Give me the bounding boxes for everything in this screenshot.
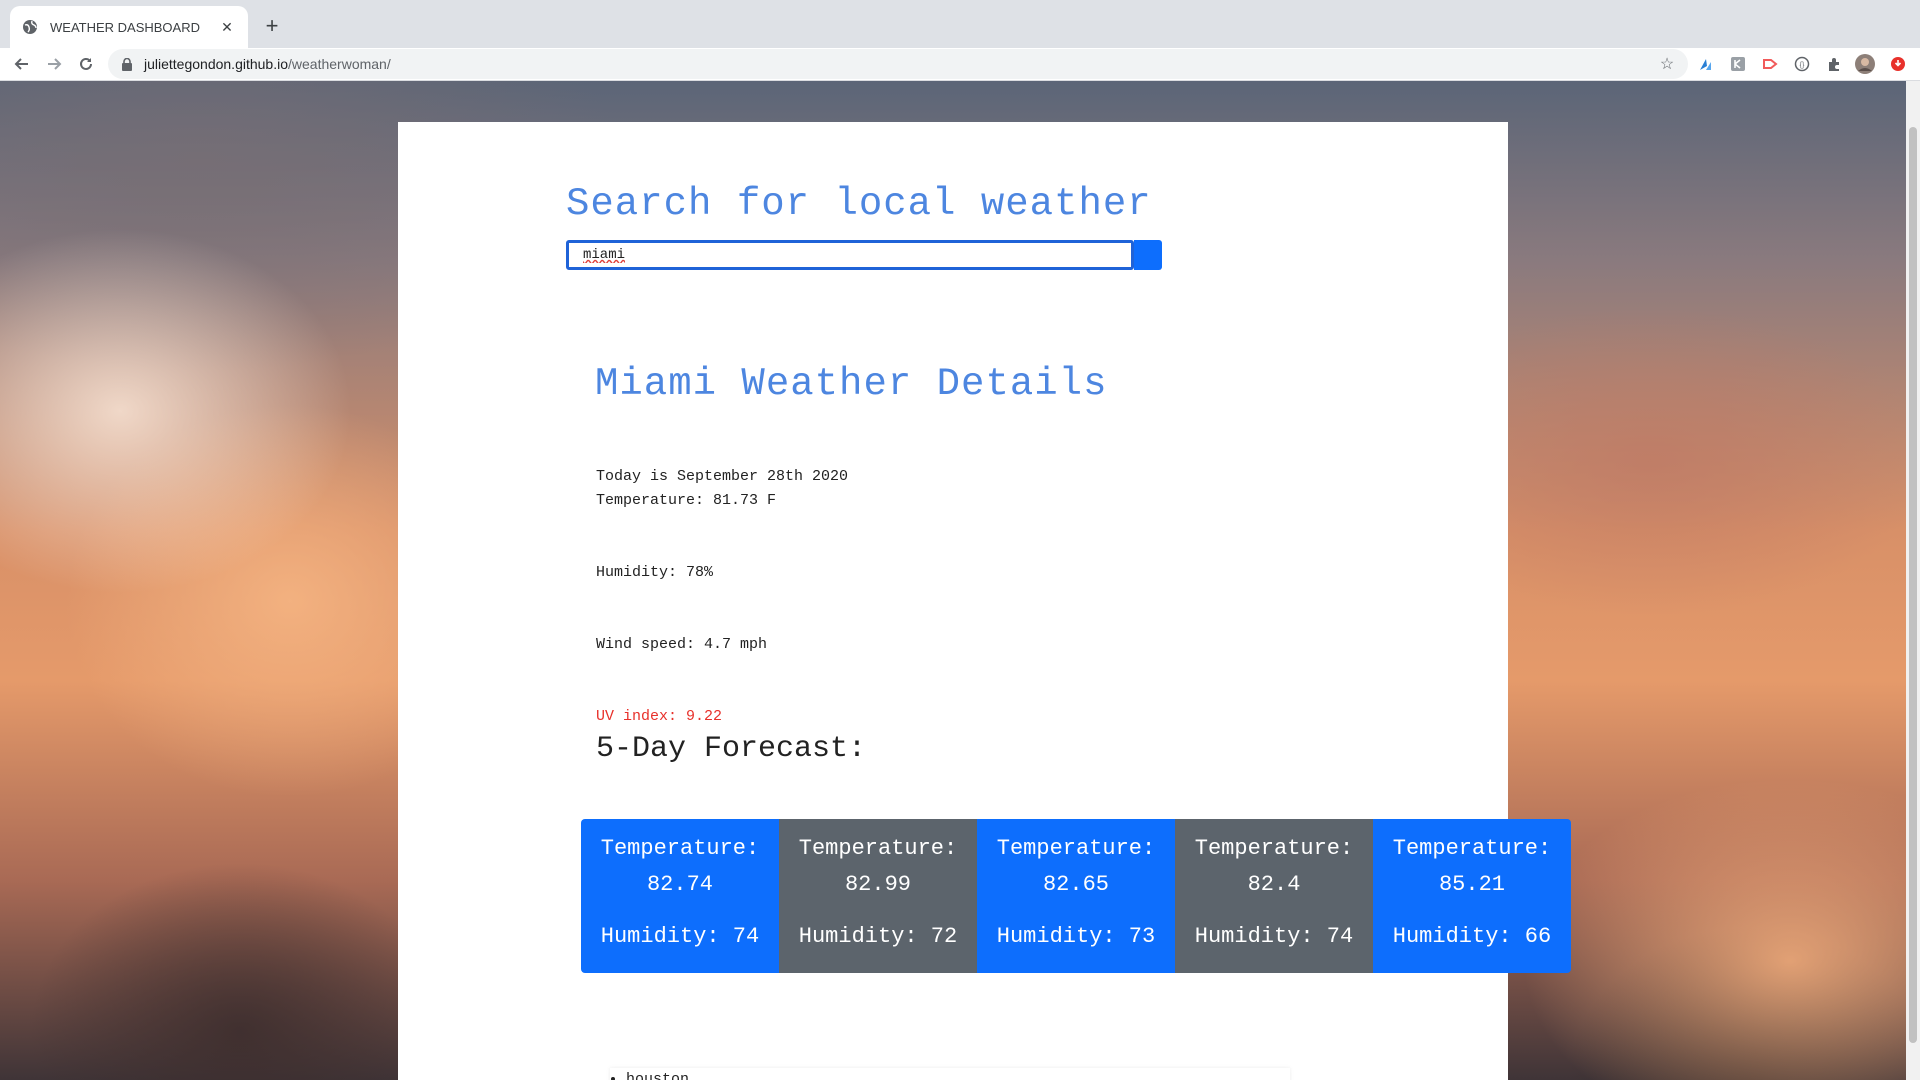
wind-speed-text: Wind speed: 4.7 mph — [596, 636, 768, 653]
forward-icon[interactable] — [40, 50, 68, 78]
globe-icon — [22, 19, 38, 35]
weather-card: Search for local weather Miami Weather D… — [398, 122, 1571, 1080]
close-icon[interactable]: ✕ — [216, 16, 238, 38]
back-icon[interactable] — [8, 50, 36, 78]
forecast-humidity: Humidity: 66 — [1392, 924, 1552, 949]
extension-icon[interactable] — [1888, 54, 1908, 74]
url-text: juliettegondon.github.io/weatherwoman/ — [144, 56, 391, 72]
search-heading: Search for local weather — [566, 182, 1152, 226]
browser-tab-bar: WEATHER DASHBOARD ✕ + — [0, 0, 1920, 48]
forecast-temp-label: Temperature: — [1194, 836, 1354, 861]
forecast-day-card: Temperature: 82.65 Humidity: 73 — [977, 819, 1175, 973]
extension-icon[interactable] — [1696, 54, 1716, 74]
search-button[interactable] — [1134, 240, 1162, 270]
browser-toolbar: juliettegondon.github.io/weatherwoman/ ☆… — [0, 48, 1920, 81]
city-details-heading: Miami Weather Details — [595, 362, 1108, 406]
forecast-row: Temperature: 82.74 Humidity: 74 Temperat… — [581, 819, 1571, 973]
star-icon[interactable]: ☆ — [1658, 55, 1676, 73]
extension-icon[interactable]: {} — [1792, 54, 1812, 74]
forecast-day-card: Temperature: 82.74 Humidity: 74 — [581, 819, 779, 973]
search-input[interactable] — [566, 240, 1134, 270]
forecast-humidity: Humidity: 74 — [600, 924, 760, 949]
svg-text:{}: {} — [1800, 62, 1805, 69]
forecast-temp-label: Temperature: — [600, 836, 760, 861]
forecast-day-card: Temperature: 85.21 Humidity: 66 — [1373, 819, 1571, 973]
forecast-temp-label: Temperature: — [1392, 836, 1552, 861]
forecast-temp-value: 82.65 — [1042, 872, 1109, 897]
temperature-text: Temperature: 81.73 F — [596, 492, 777, 509]
plus-icon[interactable]: + — [258, 12, 286, 40]
forecast-temp-label: Temperature: — [798, 836, 958, 861]
search-form — [566, 240, 1172, 270]
scrollbar-thumb[interactable] — [1909, 127, 1917, 1043]
humidity-text: Humidity: 78% — [596, 564, 714, 581]
forecast-temp-label: Temperature: — [996, 836, 1156, 861]
extension-icon[interactable] — [1728, 54, 1748, 74]
forecast-temp-value: 82.4 — [1247, 872, 1301, 897]
forecast-temp-value: 82.99 — [844, 872, 911, 897]
address-bar[interactable]: juliettegondon.github.io/weatherwoman/ ☆ — [108, 49, 1688, 79]
profile-avatar[interactable] — [1855, 54, 1875, 74]
reload-icon[interactable] — [72, 50, 100, 78]
extension-icon[interactable] — [1824, 54, 1844, 74]
forecast-day-card: Temperature: 82.99 Humidity: 72 — [779, 819, 977, 973]
tab-title: WEATHER DASHBOARD — [50, 19, 200, 35]
forecast-temp-value: 82.74 — [646, 872, 713, 897]
page-viewport: Search for local weather Miami Weather D… — [0, 81, 1906, 1080]
extension-icon[interactable] — [1760, 54, 1780, 74]
browser-tab[interactable]: WEATHER DASHBOARD ✕ — [10, 6, 248, 48]
lock-icon — [120, 57, 134, 71]
date-text: Today is September 28th 2020 — [596, 468, 849, 485]
search-history-list: houston houston — [610, 1068, 1290, 1080]
forecast-humidity: Humidity: 74 — [1194, 924, 1354, 949]
forecast-humidity: Humidity: 73 — [996, 924, 1156, 949]
uv-index-text: UV index: 9.22 — [596, 708, 723, 725]
page-scrollbar[interactable] — [1906, 81, 1920, 1080]
forecast-heading: 5-Day Forecast: — [596, 732, 867, 766]
history-item[interactable]: houston — [626, 1068, 1290, 1080]
forecast-day-card: Temperature: 82.4 Humidity: 74 — [1175, 819, 1373, 973]
forecast-humidity: Humidity: 72 — [798, 924, 958, 949]
forecast-temp-value: 85.21 — [1438, 872, 1505, 897]
